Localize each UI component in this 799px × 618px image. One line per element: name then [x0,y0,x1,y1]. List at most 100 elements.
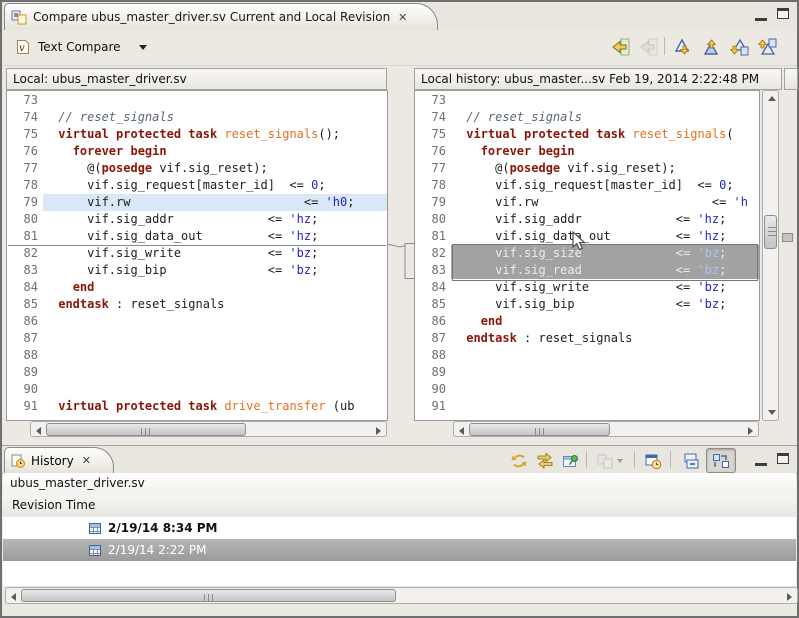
minimize-icon[interactable] [755,453,767,466]
line-number: 79 [415,194,451,211]
scroll-left-icon[interactable] [7,589,20,602]
code-line[interactable]: vif.sig_request[master_id] <= 0; [43,177,387,194]
code-line[interactable] [451,364,759,381]
previous-difference-button[interactable] [698,33,726,61]
history-view: History ✕ [2,445,797,616]
code-line[interactable] [43,347,387,364]
scroll-down-icon[interactable] [764,406,777,419]
scroll-right-icon[interactable] [783,589,796,602]
minimize-icon[interactable] [755,8,767,21]
code-line[interactable] [451,92,759,109]
code-line[interactable]: vif.rw <= 'h [451,194,759,211]
scroll-left-icon[interactable] [32,423,45,436]
line-number: 81 [415,228,451,245]
left-horizontal-scrollbar[interactable] [30,421,387,437]
next-difference-button[interactable] [670,33,698,61]
overview-diff-marker[interactable] [782,233,793,242]
history-code-pane[interactable]: 73747576777879808182838485868788899091 /… [414,90,760,421]
code-line[interactable] [451,347,759,364]
code-area[interactable]: // reset_signals virtual protected task … [43,91,387,420]
code-line[interactable]: vif.rw <= 'h0; [43,194,387,211]
code-line[interactable]: @(posedge vif.sig_reset); [43,160,387,177]
revision-time-label: 2/19/14 8:34 PM [108,521,217,535]
scrollbar-thumb[interactable] [469,423,610,436]
next-change-button[interactable] [726,33,754,61]
code-line[interactable]: virtual protected task drive_transfer (u… [43,398,387,415]
maximize-icon[interactable] [777,453,789,464]
copy-all-right-to-left-button[interactable] [606,33,634,61]
code-line[interactable]: // reset_signals [43,109,387,126]
chevron-down-icon[interactable] [139,45,147,50]
revision-time-column-header[interactable]: Revision Time [3,495,796,518]
scrollbar-thumb[interactable] [46,423,246,436]
code-line[interactable]: vif.sig_size <= 'bz; [451,245,759,262]
history-horizontal-scrollbar[interactable] [5,587,798,604]
code-line[interactable] [43,92,387,109]
header-stub [784,68,798,90]
line-number: 79 [7,194,43,211]
code-line[interactable]: vif.sig_bip <= 'bz; [43,262,387,279]
code-line[interactable] [451,381,759,398]
compare-editor-icon [11,9,27,25]
code-line[interactable] [43,313,387,330]
revision-row[interactable]: 2/19/14 8:34 PM [3,517,796,539]
line-number: 75 [415,126,451,143]
maximize-icon[interactable] [777,8,789,19]
code-line[interactable] [43,364,387,381]
scroll-right-icon[interactable] [744,423,757,436]
code-line[interactable]: vif.sig_bip <= 'bz; [451,296,759,313]
pin-view-button[interactable] [558,448,584,473]
compare-editor-tab[interactable]: Compare ubus_master_driver.sv Current an… [4,3,438,30]
code-line[interactable]: end [43,279,387,296]
code-area[interactable]: // reset_signals virtual protected task … [451,91,759,420]
code-line[interactable]: endtask : reset_signals [451,330,759,347]
previous-change-button[interactable] [754,33,782,61]
line-number: 78 [415,177,451,194]
line-number: 80 [7,211,43,228]
code-line[interactable]: virtual protected task reset_signals(); [43,126,387,143]
local-code-pane[interactable]: 73747576777879808182838485868788899091 /… [6,90,388,421]
history-tab[interactable]: History ✕ [4,447,114,473]
code-line[interactable]: vif.sig_request[master_id] <= 0; [451,177,759,194]
code-line[interactable]: @(posedge vif.sig_reset); [451,160,759,177]
code-line[interactable]: endtask : reset_signals [43,296,387,313]
code-line[interactable]: end [451,313,759,330]
code-line[interactable]: vif.sig_addr <= 'hz; [43,211,387,228]
code-line[interactable]: forever begin [451,143,759,160]
line-number: 91 [7,398,43,415]
scrollbar-thumb[interactable] [764,215,777,249]
code-line[interactable]: vif.sig_read <= 'bz; [451,262,759,279]
code-line[interactable]: vif.sig_addr <= 'hz; [451,211,759,228]
code-line[interactable] [451,398,759,415]
close-icon[interactable]: ✕ [396,11,409,24]
line-number: 81 [7,228,43,245]
code-line[interactable] [43,330,387,347]
code-line[interactable]: vif.sig_write <= 'bz; [43,245,387,262]
code-line[interactable] [43,381,387,398]
scroll-right-icon[interactable] [372,423,385,436]
close-icon[interactable]: ✕ [80,454,93,467]
code-line[interactable]: forever begin [43,143,387,160]
chevron-down-icon [617,459,623,463]
revision-row[interactable]: 2/19/14 2:22 PM [3,539,796,561]
code-line[interactable]: vif.sig_data_out <= 'hz; [451,228,759,245]
line-number-gutter: 73747576777879808182838485868788899091 [415,91,451,420]
diff-insertion-line [8,245,386,246]
group-by-date-button[interactable] [640,448,666,473]
scroll-up-icon[interactable] [764,92,777,105]
editor-tab-title: Compare ubus_master_driver.sv Current an… [33,10,390,24]
collapse-all-button[interactable] [678,448,704,473]
code-line[interactable]: // reset_signals [451,109,759,126]
compare-mode-selector[interactable]: v Text Compare [10,35,153,59]
code-line[interactable]: virtual protected task reset_signals( [451,126,759,143]
line-number: 82 [415,245,451,262]
code-line[interactable]: vif.sig_data_out <= 'hz; [43,228,387,245]
right-horizontal-scrollbar[interactable] [453,421,759,437]
right-vertical-scrollbar[interactable] [762,90,779,421]
refresh-button[interactable] [506,448,532,473]
code-line[interactable]: vif.sig_write <= 'bz; [451,279,759,296]
compare-mode-toggle-pressed[interactable] [706,448,736,473]
link-with-editor-button[interactable] [532,448,558,473]
scroll-left-icon[interactable] [455,423,468,436]
scrollbar-thumb[interactable] [21,589,396,602]
